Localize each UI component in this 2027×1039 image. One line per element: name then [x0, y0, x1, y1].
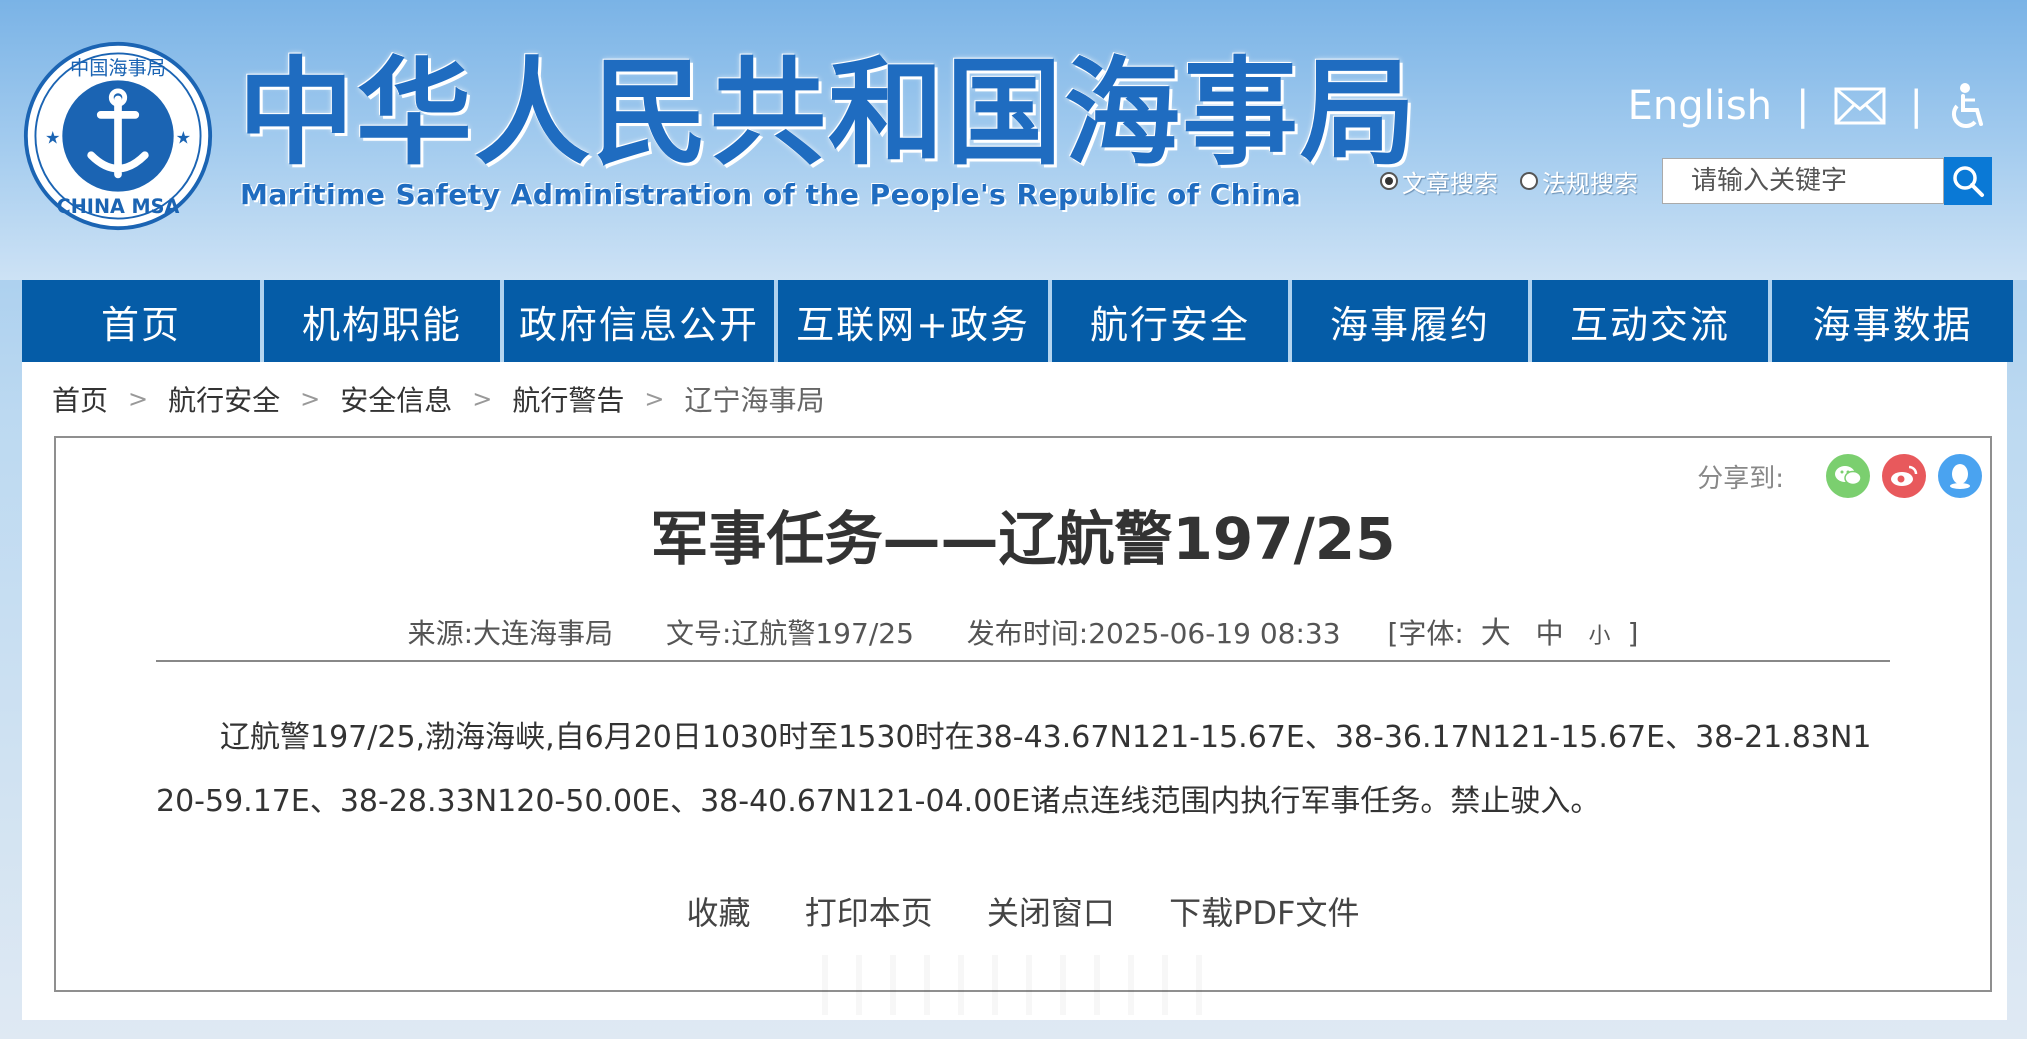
font-large-button[interactable]: 大 — [1481, 616, 1511, 651]
search-button[interactable] — [1944, 157, 1992, 205]
nav-item-nav-safety[interactable]: 航行安全 — [1052, 280, 1288, 362]
breadcrumb-home[interactable]: 首页 — [52, 379, 108, 419]
logo-text-cn: 中国海事局 — [70, 57, 166, 80]
site-title-cn: 中华人民共和国海事局 — [238, 46, 1418, 181]
title-divider — [156, 660, 1890, 662]
main-nav: 首页 机构职能 政府信息公开 互联网+政务 航行安全 海事履约 互动交流 海事数… — [22, 280, 2027, 362]
nav-item-compliance[interactable]: 海事履约 — [1292, 280, 1528, 362]
download-pdf-button[interactable]: 下载PDF文件 — [1169, 894, 1359, 932]
article-actions: 收藏 打印本页 关闭窗口 下载PDF文件 — [56, 888, 1990, 934]
breadcrumb: 首页 > 航行安全 > 安全信息 > 航行警告 > 辽宁海事局 — [22, 362, 2007, 436]
radio-law-label: 法规搜索 — [1542, 169, 1638, 198]
english-link[interactable]: English — [1628, 83, 1772, 129]
article-panel: 分享到: 军事任务——辽航警197/25 来源:大连海事局 文号:辽航警197/… — [54, 436, 1992, 992]
msa-logo-icon[interactable]: 中国海事局 CHINA MSA ★ ★ — [22, 40, 214, 232]
site-header: 中国海事局 CHINA MSA ★ ★ 中华人民共和国海事局 Maritime … — [0, 0, 2027, 280]
svg-text:★: ★ — [176, 129, 191, 149]
share-label: 分享到: — [1697, 463, 1784, 494]
font-size-label: [字体: — [1387, 617, 1464, 650]
font-medium-button[interactable]: 中 — [1536, 617, 1564, 650]
mail-icon[interactable] — [1834, 87, 1886, 125]
print-button[interactable]: 打印本页 — [805, 894, 933, 932]
watermark-overlay — [822, 955, 1222, 1015]
article-source: 来源:大连海事局 — [407, 617, 614, 650]
radio-dot[interactable] — [1520, 172, 1538, 190]
breadcrumb-separator: > — [128, 385, 149, 413]
article-meta: 来源:大连海事局 文号:辽航警197/25 发布时间:2025-06-19 08… — [56, 608, 1990, 652]
nav-item-home[interactable]: 首页 — [22, 280, 260, 362]
breadcrumb-nav-warning[interactable]: 航行警告 — [512, 379, 624, 419]
site-title-en: Maritime Safety Administration of the Pe… — [240, 178, 1302, 211]
top-links: English | | — [1628, 78, 1987, 134]
separator: | — [1796, 83, 1810, 129]
svg-text:★: ★ — [45, 129, 60, 149]
font-size-switcher: [字体: 大 中 小 ] — [1387, 616, 1639, 651]
accessibility-icon[interactable] — [1947, 82, 1987, 130]
search-input[interactable] — [1662, 158, 1944, 204]
nav-item-internet-gov[interactable]: 互联网+政务 — [778, 280, 1048, 362]
breadcrumb-liaoning-msa[interactable]: 辽宁海事局 — [685, 379, 825, 419]
breadcrumb-separator: > — [644, 385, 665, 413]
article-title: 军事任务——辽航警197/25 — [650, 505, 1396, 573]
font-size-close: ] — [1627, 617, 1639, 650]
font-small-button[interactable]: 小 — [1589, 624, 1611, 649]
close-window-button[interactable]: 关闭窗口 — [987, 894, 1115, 932]
separator: | — [1909, 83, 1923, 129]
article-body: 辽航警197/25,渤海海峡,自6月20日1030时至1530时在38-43.6… — [156, 720, 1872, 819]
search-icon — [1953, 166, 1984, 197]
nav-item-functions[interactable]: 机构职能 — [264, 280, 500, 362]
breadcrumb-safety-info[interactable]: 安全信息 — [340, 379, 452, 419]
radio-law-search[interactable]: 法规搜索 — [1520, 164, 1638, 199]
nav-item-data[interactable]: 海事数据 — [1772, 280, 2013, 362]
radio-dot-selected[interactable] — [1380, 172, 1398, 190]
nav-item-gov-info[interactable]: 政府信息公开 — [504, 280, 774, 362]
nav-item-interaction[interactable]: 互动交流 — [1532, 280, 1768, 362]
radio-article-search[interactable]: 文章搜索 — [1380, 164, 1498, 199]
article-doc-no: 文号:辽航警197/25 — [665, 617, 914, 650]
breadcrumb-nav-safety[interactable]: 航行安全 — [168, 379, 280, 419]
favorite-button[interactable]: 收藏 — [687, 894, 751, 932]
radio-article-label: 文章搜索 — [1402, 169, 1498, 198]
content-wrapper: 分享到: 军事任务——辽航警197/25 来源:大连海事局 文号:辽航警197/… — [22, 436, 2007, 1020]
breadcrumb-separator: > — [300, 385, 321, 413]
search-area: 文章搜索 法规搜索 — [1380, 156, 1992, 206]
breadcrumb-separator: > — [472, 385, 493, 413]
logo-text-en: CHINA MSA — [57, 195, 180, 218]
article-publish-time: 发布时间:2025-06-19 08:33 — [966, 617, 1341, 650]
